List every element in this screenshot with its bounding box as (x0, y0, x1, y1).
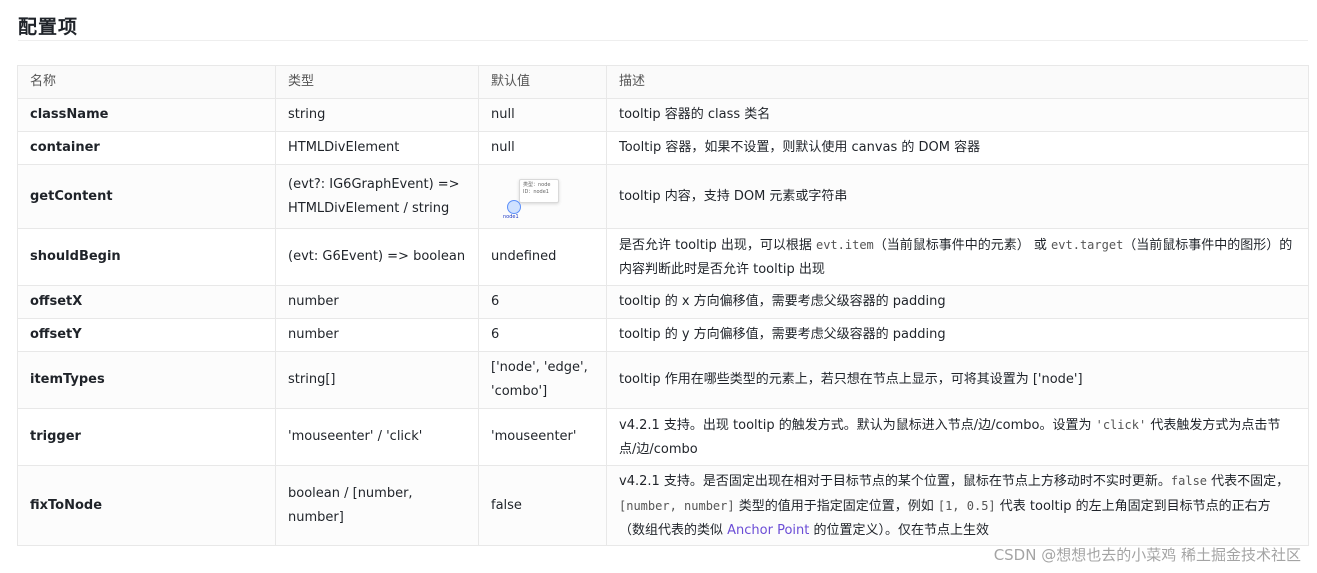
option-name: container (17, 131, 276, 165)
tooltip-preview-id: ID：node1 (523, 188, 549, 195)
option-description: tooltip 容器的 class 类名 (606, 98, 1309, 132)
option-description: Tooltip 容器，如果不设置，则默认使用 canvas 的 DOM 容器 (606, 131, 1309, 165)
tooltip-preview-title: 类型：node (523, 181, 551, 188)
option-name: className (17, 98, 276, 132)
option-default: undefined (478, 228, 607, 286)
tooltip-preview-image: 类型：node ID：node1 node1 (503, 177, 575, 220)
desc-text: 的位置定义）。仅在节点上生效 (809, 522, 990, 538)
option-type: number (275, 318, 479, 352)
option-description: v4.2.1 支持。是否固定出现在相对于目标节点的某个位置，鼠标在节点上方移动时… (606, 465, 1309, 546)
desc-text: 类型的值用于指定固定位置，例如 (734, 498, 938, 514)
option-default: false (478, 465, 607, 546)
table-row: trigger 'mouseenter' / 'click' 'mouseent… (17, 408, 1309, 466)
anchor-point-link[interactable]: Anchor Point (727, 523, 809, 538)
desc-text: v4.2.1 支持。是否固定出现在相对于目标节点的某个位置，鼠标在节点上方移动时… (619, 473, 1171, 489)
inline-code: [number, number] (619, 498, 735, 513)
table-row: itemTypes string[] ['node', 'edge', 'com… (17, 351, 1309, 409)
desc-text: v4.2.1 支持。出现 tooltip 的触发方式。默认为鼠标进入节点/边/c… (619, 417, 1096, 433)
table-row: fixToNode boolean / [number, number] fal… (17, 465, 1309, 546)
option-type: 'mouseenter' / 'click' (275, 408, 479, 466)
inline-code: evt.target (1051, 237, 1124, 252)
inline-code: false (1170, 473, 1208, 488)
option-name: fixToNode (17, 465, 276, 546)
tooltip-preview-node-label: node1 (503, 213, 519, 220)
option-type: string[] (275, 351, 479, 409)
option-type: number (275, 285, 479, 319)
desc-text: 是否允许 tooltip 出现，可以根据 (619, 237, 816, 253)
column-header-type: 类型 (275, 65, 479, 99)
option-description: v4.2.1 支持。出现 tooltip 的触发方式。默认为鼠标进入节点/边/c… (606, 408, 1309, 466)
option-name: getContent (17, 164, 276, 229)
option-type: (evt?: IG6GraphEvent) => HTMLDivElement … (275, 164, 479, 229)
option-description: tooltip 作用在哪些类型的元素上，若只想在节点上显示，可将其设置为 ['n… (606, 351, 1309, 409)
section-heading: 配置项 (18, 16, 79, 38)
table-row: offsetX number 6 tooltip 的 x 方向偏移值，需要考虑父… (17, 285, 1309, 319)
option-default: null (478, 98, 607, 132)
option-description: tooltip 的 y 方向偏移值，需要考虑父级容器的 padding (606, 318, 1309, 352)
tooltip-preview-card: 类型：node ID：node1 (519, 178, 559, 203)
option-name: offsetY (17, 318, 276, 352)
option-default: 类型：node ID：node1 node1 (478, 164, 607, 229)
desc-text: 代表不固定， (1207, 473, 1290, 489)
desc-text: （当前鼠标事件中的元素） 或 (873, 237, 1052, 253)
table-header-row: 名称 类型 默认值 描述 (17, 65, 1309, 99)
option-description: tooltip 的 x 方向偏移值，需要考虑父级容器的 padding (606, 285, 1309, 319)
table-row: shouldBegin (evt: G6Event) => boolean un… (17, 228, 1309, 286)
option-type: boolean / [number, number] (275, 465, 479, 546)
option-default: 'mouseenter' (478, 408, 607, 466)
table-row: getContent (evt?: IG6GraphEvent) => HTML… (17, 164, 1309, 229)
option-description: tooltip 内容，支持 DOM 元素或字符串 (606, 164, 1309, 229)
inline-code: 'click' (1095, 417, 1147, 432)
option-name: itemTypes (17, 351, 276, 409)
table-row: offsetY number 6 tooltip 的 y 方向偏移值，需要考虑父… (17, 318, 1309, 352)
option-type: (evt: G6Event) => boolean (275, 228, 479, 286)
inline-code: evt.item (815, 237, 874, 252)
column-header-description: 描述 (606, 65, 1309, 99)
config-table: 名称 类型 默认值 描述 className string null toolt… (17, 65, 1309, 546)
option-default: 6 (478, 285, 607, 319)
option-description: 是否允许 tooltip 出现，可以根据 evt.item（当前鼠标事件中的元素… (606, 228, 1309, 286)
option-name: trigger (17, 408, 276, 466)
inline-code: [1, 0.5] (937, 498, 996, 513)
column-header-name: 名称 (17, 65, 276, 99)
column-header-default: 默认值 (478, 65, 607, 99)
heading-divider (18, 40, 1308, 41)
option-default: ['node', 'edge', 'combo'] (478, 351, 607, 409)
option-default: 6 (478, 318, 607, 352)
option-name: offsetX (17, 285, 276, 319)
option-name: shouldBegin (17, 228, 276, 286)
option-type: string (275, 98, 479, 132)
option-default: null (478, 131, 607, 165)
table-row: className string null tooltip 容器的 class … (17, 98, 1309, 132)
table-row: container HTMLDivElement null Tooltip 容器… (17, 131, 1309, 165)
option-type: HTMLDivElement (275, 131, 479, 165)
watermark: CSDN @想想也去的小菜鸡 稀土掘金技术社区 (993, 546, 1301, 564)
